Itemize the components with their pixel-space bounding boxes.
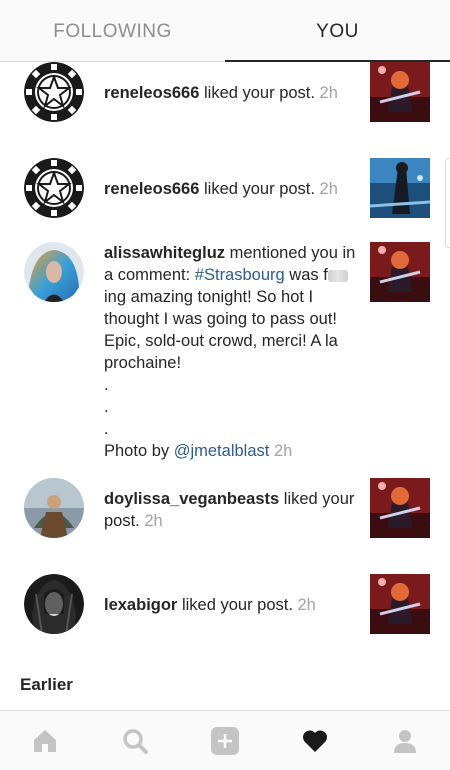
nav-profile[interactable] (360, 711, 450, 770)
notification-row[interactable]: doylissa_veganbeasts liked your post. 2h (0, 478, 450, 542)
nav-add-post[interactable] (180, 711, 270, 770)
avatar[interactable] (24, 478, 84, 538)
post-thumbnail[interactable] (370, 62, 430, 122)
notification-row[interactable]: lexabigor liked your post. 2h (0, 574, 450, 638)
post-thumbnail[interactable] (370, 574, 430, 634)
avatar[interactable] (24, 242, 84, 302)
avatar[interactable] (24, 574, 84, 634)
add-post-icon (211, 726, 239, 755)
notification-row[interactable]: reneleos666 liked your post. 2h (0, 158, 450, 222)
username[interactable]: doylissa_veganbeasts (104, 490, 279, 508)
censored-word (327, 269, 348, 282)
timestamp: 2h (144, 512, 163, 530)
avatar[interactable] (24, 62, 84, 122)
bottom-navigation (0, 710, 450, 770)
notification-text: doylissa_veganbeasts liked your post. 2h (104, 490, 355, 530)
timestamp: 2h (319, 180, 338, 198)
timestamp: 2h (273, 442, 293, 460)
username[interactable]: alissawhitegluz (104, 244, 225, 262)
notification-text: lexabigor liked your post. 2h (104, 596, 316, 614)
notification-feed[interactable]: reneleos666 liked your post. 2h reneleos… (0, 62, 450, 710)
profile-icon (394, 729, 416, 753)
username[interactable]: reneleos666 (104, 84, 199, 102)
nav-search[interactable] (90, 711, 180, 770)
scroll-handle[interactable] (445, 158, 450, 248)
username[interactable]: reneleos666 (104, 180, 199, 198)
notification-text: reneleos666 liked your post. 2h (104, 180, 338, 198)
nav-home[interactable] (0, 711, 90, 770)
hashtag-link[interactable]: #Strasbourg (195, 266, 285, 284)
tab-you[interactable]: YOU (225, 0, 450, 62)
nav-activity[interactable] (270, 711, 360, 770)
notification-text: reneleos666 liked your post. 2h (104, 84, 338, 102)
heart-icon (302, 729, 328, 752)
timestamp: 2h (297, 596, 316, 614)
avatar[interactable] (24, 158, 84, 218)
notification-row[interactable]: alissawhitegluz mentioned you in a comme… (0, 242, 450, 510)
activity-tabs: FOLLOWING YOU (0, 0, 450, 62)
pentagram-gear-avatar-icon (24, 158, 84, 218)
post-thumbnail[interactable] (370, 478, 430, 538)
home-icon (34, 729, 56, 752)
search-icon (123, 728, 148, 754)
post-thumbnail[interactable] (370, 242, 430, 302)
username[interactable]: lexabigor (104, 596, 177, 614)
section-title-earlier: Earlier (20, 675, 73, 694)
timestamp: 2h (319, 84, 338, 102)
tab-following[interactable]: FOLLOWING (0, 0, 225, 61)
pentagram-gear-avatar-icon (24, 62, 84, 122)
mention-link[interactable]: @jmetalblast (174, 442, 270, 460)
notification-text: alissawhitegluz mentioned you in a comme… (104, 244, 356, 460)
notification-row[interactable]: reneleos666 liked your post. 2h (0, 62, 450, 126)
post-thumbnail[interactable] (370, 158, 430, 218)
